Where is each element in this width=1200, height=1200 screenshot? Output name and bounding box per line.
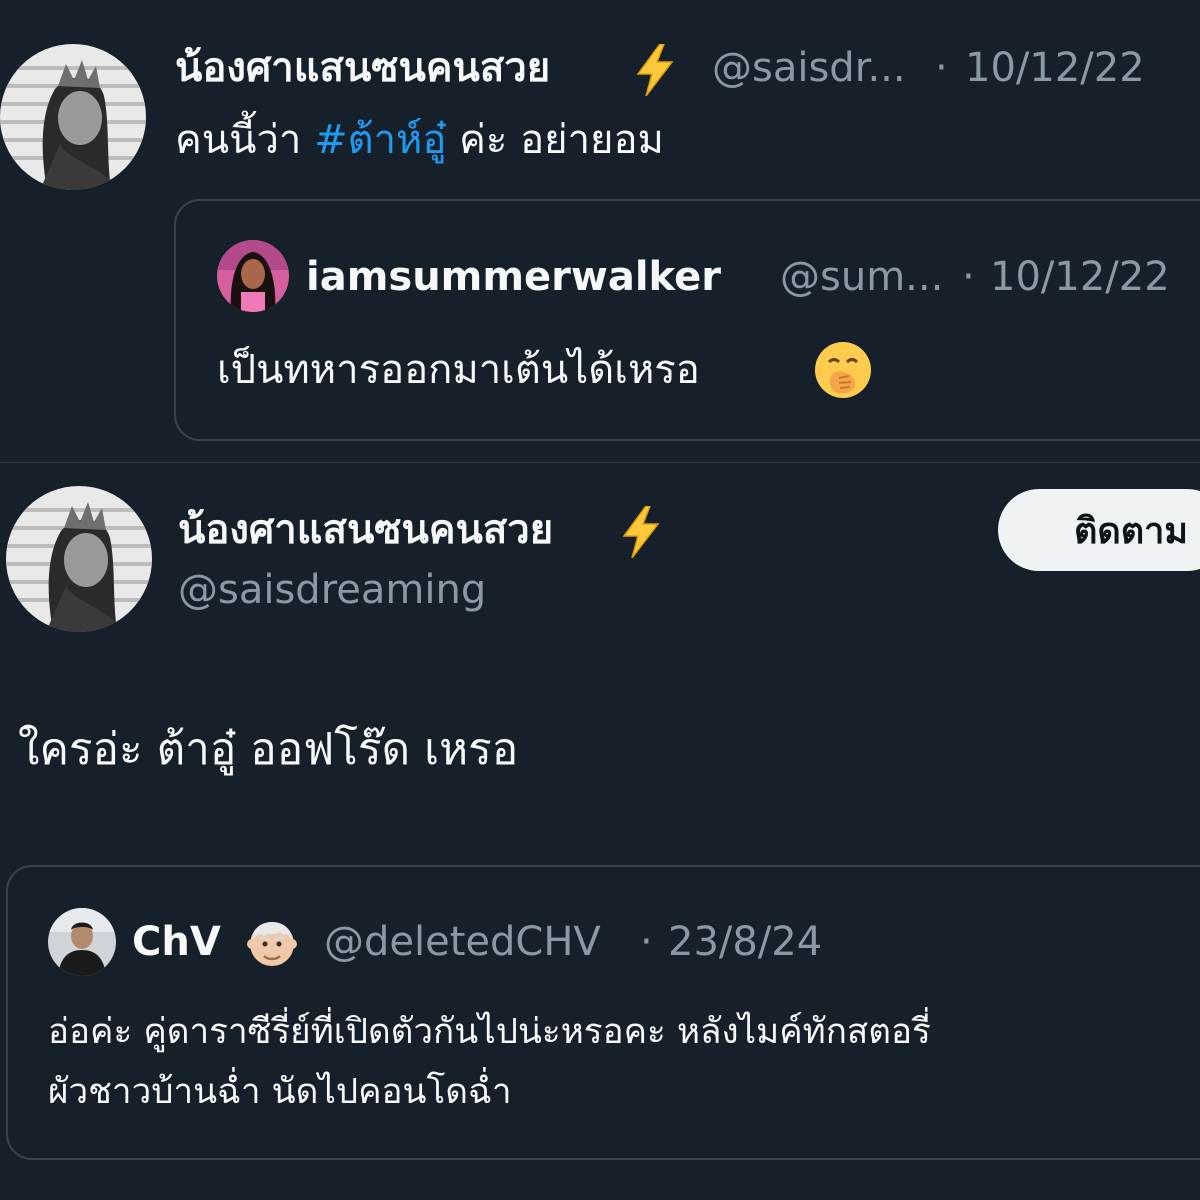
tweet2-avatar[interactable] <box>6 486 152 632</box>
tweet2-text: ใครอ่ะ ต้าอู๋ ออฟโร๊ด เหรอ <box>18 724 519 775</box>
profile-photo-icon <box>6 486 152 632</box>
tweet1-text: คนนี้ว่า #ต้าห์อู๋ ค่ะ อย่ายอม <box>175 112 664 168</box>
quoted1-avatar[interactable] <box>217 240 289 312</box>
profile-photo-icon <box>48 908 116 976</box>
quoted2-separator-dot: · <box>640 919 653 965</box>
follow-button[interactable]: ติดตาม <box>998 489 1200 571</box>
tweet1-text-after: ค่ะ อย่ายอม <box>459 117 664 163</box>
tweet-divider <box>0 462 1200 463</box>
tweet1-date[interactable]: 10/12/22 <box>965 40 1145 96</box>
twitter-thread-screenshot: น้องศาแสนซนคนสวย @saisdr... · 10/12/22 ค… <box>0 0 1200 1200</box>
quoted2-handle[interactable]: @deletedCHV <box>324 914 601 970</box>
quoted2-avatar[interactable] <box>48 908 116 976</box>
quoted1-separator-dot: · <box>962 254 975 300</box>
quoted1-text: เป็นทหารออกมาเต้นได้เหรอ <box>217 347 700 393</box>
tweet1-separator-dot: · <box>935 45 948 91</box>
old-man-emoji-icon <box>247 922 297 966</box>
profile-photo-icon <box>0 44 146 190</box>
tweet1-text-before: คนนี้ว่า <box>175 117 302 163</box>
tweet1-display-name[interactable]: น้องศาแสนซนคนสวย <box>175 40 550 96</box>
face-with-hand-over-mouth-icon <box>815 342 871 398</box>
quoted1-display-name[interactable]: iamsummerwalker <box>306 249 721 305</box>
quoted2-display-name[interactable]: ChV <box>132 914 221 970</box>
quoted1-handle[interactable]: @sum... <box>780 249 943 305</box>
tweet2-display-name[interactable]: น้องศาแสนซนคนสวย <box>178 502 553 558</box>
lightning-emoji-icon <box>622 506 660 558</box>
profile-photo-icon <box>217 240 289 312</box>
tweet1-handle[interactable]: @saisdr... <box>712 40 906 96</box>
quoted2-text-line1: อ่อค่ะ คู่ดาราซีรี่ย์ที่เปิดตัวกันไปน่ะห… <box>48 1012 931 1052</box>
quoted2-date[interactable]: 23/8/24 <box>668 914 822 970</box>
tweet1-hashtag-link[interactable]: #ต้าห์อู๋ <box>314 117 446 163</box>
quoted1-date[interactable]: 10/12/22 <box>990 249 1170 305</box>
tweet2-handle[interactable]: @saisdreaming <box>178 562 486 618</box>
quoted2-text-line2: ผัวชาวบ้านฉ่ำ นัดไปคอนโดฉ่ำ <box>48 1072 512 1112</box>
tweet1-avatar[interactable] <box>0 44 146 190</box>
lightning-emoji-icon <box>636 44 674 96</box>
quoted-tweet-1[interactable] <box>174 199 1200 441</box>
